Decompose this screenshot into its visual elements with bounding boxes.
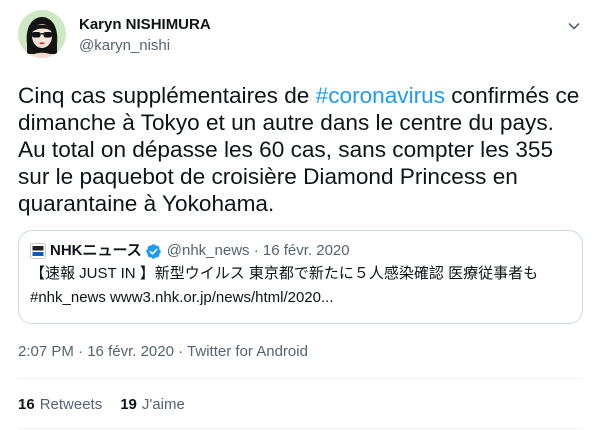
author-name[interactable]: Karyn NISHIMURA <box>79 15 211 35</box>
author-avatar[interactable] <box>18 10 66 58</box>
timestamp-separator: · <box>178 343 184 360</box>
retweets-stat-link[interactable]: 16 Retweets <box>18 395 102 415</box>
tweet-time-link[interactable]: 2:07 PM <box>18 343 74 360</box>
quoted-separator-dot: · <box>253 242 259 259</box>
tweet-text: Cinq cas supplémentaires de #coronavirus… <box>18 82 584 217</box>
nhk-news-logo-icon <box>30 243 46 259</box>
quoted-tweet-card[interactable]: NHKニュース @nhk_news · 16 févr. 2020 【速報 JU… <box>18 230 583 324</box>
likes-label: J'aime <box>141 396 185 413</box>
author-handle[interactable]: @karyn_nishi <box>79 36 170 56</box>
divider <box>18 428 583 429</box>
tweet-timestamp: 2:07 PM · 16 févr. 2020 · Twitter for An… <box>18 342 308 362</box>
verified-badge-icon <box>145 243 162 260</box>
tweet-stats: 16 Retweets 19 J'aime <box>18 395 185 415</box>
quoted-author-name: NHKニュース <box>50 242 142 259</box>
quoted-text-line: #nhk_news www3.nhk.or.jp/news/html/2020.… <box>30 289 334 306</box>
quoted-tweet-header: NHKニュース @nhk_news · 16 févr. 2020 <box>30 241 350 261</box>
chevron-down-icon <box>568 23 580 30</box>
quoted-date: 16 févr. 2020 <box>262 242 350 259</box>
quoted-author-handle: @nhk_news <box>166 242 250 259</box>
likes-count: 19 <box>120 396 137 413</box>
timestamp-separator: · <box>78 343 84 360</box>
retweets-count: 16 <box>18 396 35 413</box>
retweets-label: Retweets <box>39 396 103 413</box>
tweet-source-link[interactable]: Twitter for Android <box>187 343 308 360</box>
quoted-separator: · <box>250 241 263 261</box>
more-options-button[interactable] <box>565 17 583 35</box>
quoted-text-line: 【速報 JUST IN 】新型ウイルス 東京都で新たに５人感染確認 医療従事者も <box>30 265 539 282</box>
tweet-text-part: Cinq cas supplémentaires de <box>18 83 316 108</box>
tweet-date-link[interactable]: 16 févr. 2020 <box>87 343 174 360</box>
divider <box>18 378 583 379</box>
avatar-icon <box>18 10 66 58</box>
likes-stat-link[interactable]: 19 J'aime <box>120 395 185 415</box>
hashtag-link[interactable]: #coronavirus <box>316 83 445 108</box>
